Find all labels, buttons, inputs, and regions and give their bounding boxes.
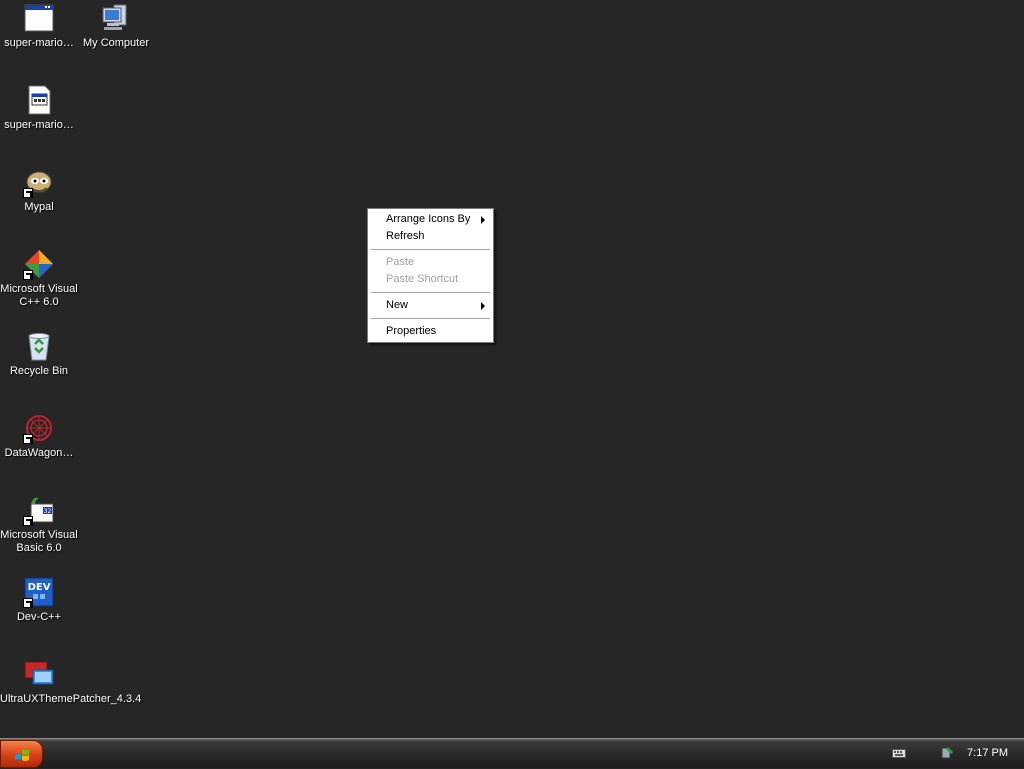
desktop-icon-label: Microsoft Visual C++ 6.0	[0, 283, 78, 308]
desktop-icon-my-computer[interactable]: My Computer	[77, 2, 155, 50]
desktop-icon-label: Microsoft Visual Basic 6.0	[0, 529, 78, 554]
desktop-icon-super-mario-exe[interactable]: super-mario…	[0, 84, 78, 132]
taskbar-clock[interactable]: 7:17 PM	[967, 747, 1008, 759]
desktop-icon-dev-cpp[interactable]: DEV Dev-C++	[0, 576, 78, 624]
menu-separator	[368, 314, 493, 323]
menu-item-label: New	[386, 299, 409, 311]
datawagon-icon	[23, 412, 55, 444]
menu-item-label: Properties	[386, 325, 437, 337]
keyboard-icon[interactable]	[892, 747, 906, 759]
desktop-icon-label: super-mario…	[4, 119, 74, 131]
windows-logo-icon	[15, 748, 29, 761]
visual-basic-icon: 32	[23, 494, 55, 526]
menu-item-properties[interactable]: Properties	[368, 323, 493, 340]
menu-item-arrange-icons-by[interactable]: Arrange Icons By	[368, 211, 493, 228]
desktop-icon-ultrauxthemepatcher[interactable]: UltraUXThemePatcher_4.3.4	[0, 658, 142, 706]
exe-file-icon	[23, 84, 55, 116]
menu-item-paste: Paste	[368, 254, 493, 271]
menu-item-label: Paste Shortcut	[386, 273, 459, 285]
desktop-icon-datawagon[interactable]: DataWagon…	[0, 412, 78, 460]
desktop-icon-label: Dev-C++	[16, 611, 62, 623]
menu-item-label: Refresh	[386, 230, 425, 242]
system-tray: 7:17 PM	[884, 739, 1024, 769]
menu-item-new[interactable]: New	[368, 297, 493, 314]
shortcut-arrow-icon	[23, 434, 33, 444]
desktop-icon-label: DataWagon…	[4, 447, 74, 459]
menu-item-paste-shortcut: Paste Shortcut	[368, 271, 493, 288]
menu-separator	[368, 288, 493, 297]
desktop-icon-label: Mypal	[24, 201, 54, 213]
my-computer-icon	[100, 2, 132, 34]
desktop-icon-label: Recycle Bin	[9, 365, 69, 377]
submenu-arrow-icon	[481, 216, 485, 224]
shortcut-arrow-icon	[23, 598, 33, 608]
taskbar: 7:17 PM	[0, 738, 1024, 768]
desktop-icon-super-mario-app[interactable]: super-mario…	[0, 2, 78, 50]
menu-separator	[368, 245, 493, 254]
menu-item-label: Paste	[386, 256, 415, 268]
menu-item-refresh[interactable]: Refresh	[368, 228, 493, 245]
desktop-context-menu: Arrange Icons By Refresh Paste Paste Sho…	[367, 208, 494, 343]
desktop-icon-visual-cpp[interactable]: Microsoft Visual C++ 6.0	[0, 248, 78, 309]
dev-icon-text: DEV	[28, 582, 51, 593]
mypal-icon	[23, 166, 55, 198]
ultrauxthemepatcher-icon	[23, 658, 55, 690]
desktop-icon-label: My Computer	[82, 37, 150, 49]
vb-badge-text: 32	[44, 508, 52, 515]
desktop-icon-mypal[interactable]: Mypal	[0, 166, 78, 214]
menu-item-label: Arrange Icons By	[386, 213, 471, 225]
shortcut-arrow-icon	[23, 516, 33, 526]
visual-cpp-icon	[23, 248, 55, 280]
submenu-arrow-icon	[481, 302, 485, 310]
desktop-icon-visual-basic[interactable]: 32 Microsoft Visual Basic 6.0	[0, 494, 78, 555]
dev-cpp-icon: DEV	[23, 576, 55, 608]
recycle-bin-icon	[23, 330, 55, 362]
shortcut-arrow-icon	[23, 188, 33, 198]
desktop-icon-recycle-bin[interactable]: Recycle Bin	[0, 330, 78, 378]
desktop-icon-label: super-mario…	[4, 37, 74, 49]
desktop-icon-label: UltraUXThemePatcher_4.3.4	[0, 693, 142, 705]
shortcut-arrow-icon	[23, 270, 33, 280]
safely-remove-hardware-icon[interactable]	[940, 745, 954, 761]
window-app-icon	[23, 2, 55, 34]
desktop[interactable]: super-mario… My Computer super-mario… My…	[0, 0, 1024, 738]
start-button[interactable]	[0, 740, 43, 768]
